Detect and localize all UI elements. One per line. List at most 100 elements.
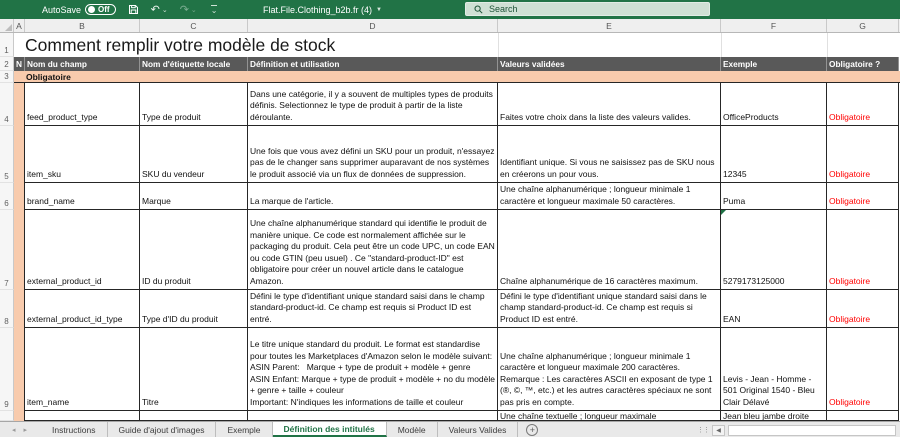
header-cell-valid-values[interactable]: Valeurs validées [498, 57, 721, 71]
cell-local-label[interactable]: Marque [140, 183, 248, 210]
section-header-cell[interactable]: Obligatoire [14, 71, 900, 83]
column-header-f[interactable]: F [721, 19, 827, 32]
sheet-tab-modele[interactable]: Modèle [387, 422, 438, 437]
chevron-down-icon: ⌄ [161, 6, 168, 14]
row-header-1[interactable]: 1 [0, 33, 14, 57]
cell-definition[interactable] [248, 411, 498, 421]
cell-example[interactable]: Levis - Jean - Homme - 501 Original 1540… [721, 328, 827, 411]
row-header-4[interactable]: 4 [0, 83, 14, 126]
undo-button[interactable]: ↶ ⌄ [150, 3, 168, 16]
cell-definition[interactable]: Dans une catégorie, il y a souvent de mu… [248, 83, 498, 126]
header-cell-example[interactable]: Exemple [721, 57, 827, 71]
sheet-tab-definition-intitules[interactable]: Définition des intitulés [272, 422, 387, 437]
cell-required[interactable]: Obligatoire [827, 290, 899, 328]
cell-required[interactable] [827, 411, 899, 421]
cell-required[interactable]: Obligatoire [827, 328, 899, 411]
cell-field-name[interactable]: item_name [25, 328, 140, 411]
cell-definition[interactable]: Défini le type d'identifiant unique stan… [248, 290, 498, 328]
table-row-partial: Une chaîne textuelle ; longueur maximale… [0, 411, 900, 421]
cell-required[interactable]: Obligatoire [827, 126, 899, 183]
autosave-state: Off [98, 5, 110, 14]
add-sheet-button[interactable]: + [526, 424, 539, 436]
column-header-c[interactable]: C [140, 19, 248, 32]
cell-valid-values[interactable]: Une chaîne textuelle ; longueur maximale [498, 411, 721, 421]
cell-example[interactable]: 12345 [721, 126, 827, 183]
tab-scroll-controls: ◂ ▸ [0, 422, 41, 437]
row-header-2[interactable]: 2 [0, 57, 14, 71]
row-header-5[interactable]: 5 [0, 126, 14, 183]
sheet-tab-guide-images[interactable]: Guide d'ajout d'images [108, 422, 217, 437]
cell-valid-values[interactable]: Défini le type d'identifiant unique stan… [498, 290, 721, 328]
cell-valid-values[interactable]: Faites votre choix dans la liste des val… [498, 83, 721, 126]
tab-scroll-right-icon[interactable]: ▸ [24, 426, 28, 434]
cell-definition[interactable]: Une chaîne alphanumérique standard qui i… [248, 210, 498, 290]
save-button[interactable] [128, 4, 139, 15]
cell-field-name[interactable]: item_sku [25, 126, 140, 183]
header-cell-local-label[interactable]: Nom d'étiquette locale [140, 57, 248, 71]
cell-valid-values[interactable]: Identifiant unique. Si vous ne saisissez… [498, 126, 721, 183]
column-header-d[interactable]: D [248, 19, 498, 32]
cell-local-label[interactable]: SKU du vendeur [140, 126, 248, 183]
cell-local-label[interactable] [140, 411, 248, 421]
cell-valid-values[interactable]: Une chaîne alphanumérique ; longueur min… [498, 328, 721, 411]
cell-example[interactable]: Puma [721, 183, 827, 210]
cell-example[interactable]: EAN [721, 290, 827, 328]
header-cell-a[interactable]: N [14, 57, 25, 71]
undo-icon: ↶ [150, 3, 160, 16]
document-title[interactable]: Flat.File.Clothing_b2b.fr (4) ▼ [263, 0, 382, 19]
cell-definition[interactable]: La marque de l'article. [248, 183, 498, 210]
scrollbar-drag-handle[interactable]: ⋮⋮ [697, 426, 710, 434]
section-color-strip [14, 210, 25, 290]
scrollbar-track[interactable] [728, 424, 896, 436]
select-all-button[interactable] [0, 19, 14, 32]
column-header-e[interactable]: E [498, 19, 721, 32]
scroll-left-arrow-icon[interactable]: ◀ [712, 424, 725, 436]
cell-field-name[interactable]: feed_product_type [25, 83, 140, 126]
row-header-3[interactable]: 3 [0, 71, 14, 83]
cell-definition[interactable]: Une fois que vous avez défini un SKU pou… [248, 126, 498, 183]
column-header-a[interactable]: A [14, 19, 25, 32]
row-header-10[interactable] [0, 411, 14, 421]
sheet-tab-exemple[interactable]: Exemple [216, 422, 273, 437]
cell-field-name[interactable]: brand_name [25, 183, 140, 210]
redo-button[interactable]: ↷ ⌄ [180, 4, 197, 15]
cell-local-label[interactable]: Type de produit [140, 83, 248, 126]
cell-field-name[interactable]: external_product_id [25, 210, 140, 290]
column-header-b[interactable]: B [25, 19, 140, 32]
cell-local-label[interactable]: ID du produit [140, 210, 248, 290]
row-header-8[interactable]: 8 [0, 290, 14, 328]
row-header-7[interactable]: 7 [0, 210, 14, 290]
tab-scroll-left-icon[interactable]: ◂ [12, 426, 16, 434]
header-cell-required[interactable]: Obligatoire ? [827, 57, 899, 71]
row-header-9[interactable]: 9 [0, 328, 14, 411]
cell-example[interactable]: 5279173125000 [721, 210, 827, 290]
cell-local-label[interactable]: Type d'ID du produit [140, 290, 248, 328]
column-headers: A B C D E F G [0, 19, 900, 33]
cell-field-name[interactable]: external_product_id_type [25, 290, 140, 328]
cell-required[interactable]: Obligatoire [827, 183, 899, 210]
quick-access-menu-button[interactable]: ⌄ [209, 4, 218, 15]
sheet-title-cell[interactable]: Comment remplir votre modèle de stock [14, 33, 900, 57]
header-cell-field[interactable]: Nom du champ [25, 57, 140, 71]
row-header-6[interactable]: 6 [0, 183, 14, 210]
cell-example[interactable]: Jean bleu jambe droite [721, 411, 827, 421]
cell-field-name[interactable] [25, 411, 140, 421]
row-1: 1 Comment remplir votre modèle de stock [0, 33, 900, 57]
cell-definition[interactable]: Le titre unique standard du produit. Le … [248, 328, 498, 411]
cell-required[interactable]: Obligatoire [827, 210, 899, 290]
cell-local-label[interactable]: Titre [140, 328, 248, 411]
cell-required[interactable]: Obligatoire [827, 83, 899, 126]
save-icon [128, 5, 138, 14]
cell-valid-values[interactable]: Chaîne alphanumérique de 16 caractères m… [498, 210, 721, 290]
search-input[interactable]: Search [465, 2, 710, 16]
header-cell-definition[interactable]: Définition et utilisation [248, 57, 498, 71]
autosave-pill: Off [85, 4, 116, 15]
sheet-tab-valeurs-valides[interactable]: Valeurs Valides [438, 422, 519, 437]
autosave-toggle[interactable]: AutoSave Off [42, 4, 116, 15]
column-header-g[interactable]: G [827, 19, 899, 32]
table-row: 5 item_sku SKU du vendeur Une fois que v… [0, 126, 900, 183]
table-row: 9 item_name Titre Le titre unique standa… [0, 328, 900, 411]
cell-example[interactable]: OfficeProducts [721, 83, 827, 126]
cell-valid-values[interactable]: Une chaîne alphanumérique ; longueur min… [498, 183, 721, 210]
sheet-tab-instructions[interactable]: Instructions [41, 422, 108, 437]
